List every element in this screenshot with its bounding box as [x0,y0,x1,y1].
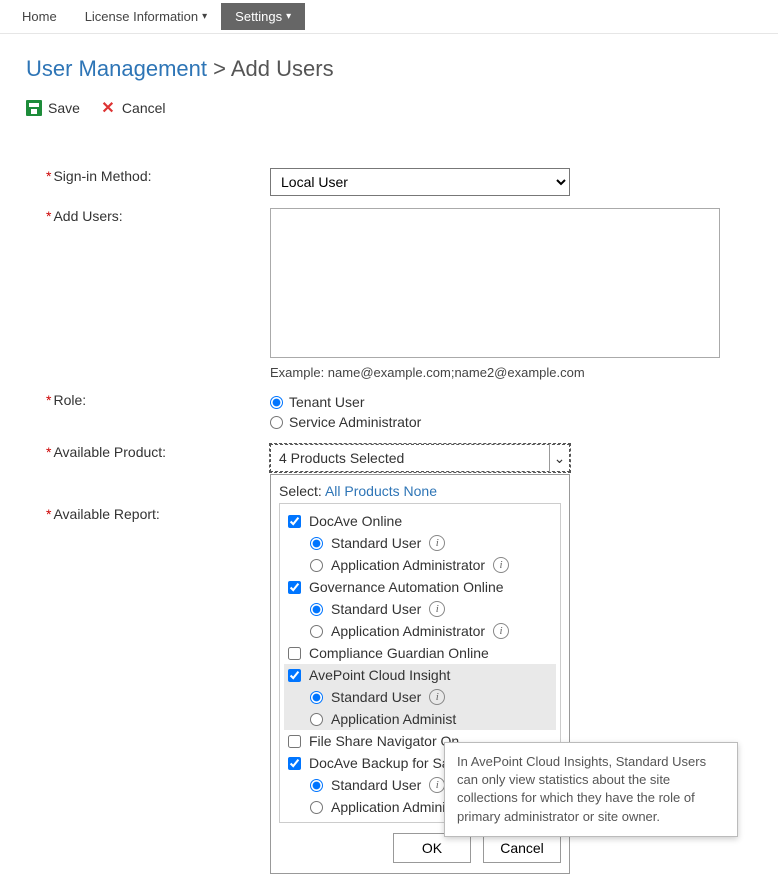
save-action[interactable]: Save [26,100,80,116]
info-icon[interactable]: i [493,623,509,639]
product-docave-online-standard[interactable]: Standard User i [284,532,556,554]
breadcrumb-current: Add Users [231,56,334,81]
product-docave-online-appadmin[interactable]: Application Administrator i [284,554,556,576]
product-compliance-guardian[interactable]: Compliance Guardian Online [284,642,556,664]
role-tenant-user[interactable]: Tenant User [270,392,752,412]
product-dropdown-panel: Select: All Products None DocAve Online [270,474,570,874]
role-service-admin[interactable]: Service Administrator [270,412,752,432]
product-insights-standard[interactable]: Standard User i [284,686,556,708]
info-icon[interactable]: i [429,689,445,705]
add-users-label: *Add Users: [46,208,226,380]
product-governance-appadmin[interactable]: Application Administrator i [284,620,556,642]
info-icon[interactable]: i [493,557,509,573]
add-users-input[interactable] [270,208,720,358]
nav-license[interactable]: License Information ▾ [71,3,221,30]
add-users-hint: Example: name@example.com;name2@example.… [270,365,752,380]
info-icon[interactable]: i [429,777,445,793]
product-insights-appadmin[interactable]: Application Administ [284,708,556,730]
select-all-products-link[interactable]: All Products [325,483,400,499]
breadcrumb-root-link[interactable]: User Management [26,56,207,81]
chevron-down-icon: ▾ [286,12,291,22]
info-tooltip: In AvePoint Cloud Insights, Standard Use… [444,742,738,837]
action-bar: Save ✕ Cancel [26,100,752,144]
chevron-down-icon: ⌄ [549,444,569,472]
info-icon[interactable]: i [429,601,445,617]
save-icon [26,100,42,116]
product-tree: DocAve Online Standard User i Applicatio… [279,503,561,823]
available-product-label: *Available Product: [46,444,226,874]
info-icon[interactable]: i [429,535,445,551]
select-none-link[interactable]: None [404,483,437,499]
product-dropdown-trigger[interactable]: 4 Products Selected ⌄ [270,444,570,472]
cancel-action[interactable]: ✕ Cancel [100,100,166,116]
signin-method-label: *Sign-in Method: [46,168,226,196]
top-nav: Home License Information ▾ Settings ▾ [0,0,778,34]
product-governance-automation[interactable]: Governance Automation Online [284,576,556,598]
chevron-down-icon: ▾ [202,12,207,22]
signin-method-select[interactable]: Local User [270,168,570,196]
breadcrumb: User Management > Add Users [26,54,752,100]
panel-ok-button[interactable]: OK [393,833,471,863]
panel-cancel-button[interactable]: Cancel [483,833,561,863]
product-avepoint-cloud-insights[interactable]: AvePoint Cloud Insight [284,664,556,686]
close-icon: ✕ [100,100,116,116]
nav-settings[interactable]: Settings ▾ [221,3,305,30]
product-docave-online[interactable]: DocAve Online [284,510,556,532]
product-governance-standard[interactable]: Standard User i [284,598,556,620]
role-label: *Role: [46,392,226,432]
nav-home[interactable]: Home [8,3,71,30]
select-shortcuts: Select: All Products None [279,481,561,503]
